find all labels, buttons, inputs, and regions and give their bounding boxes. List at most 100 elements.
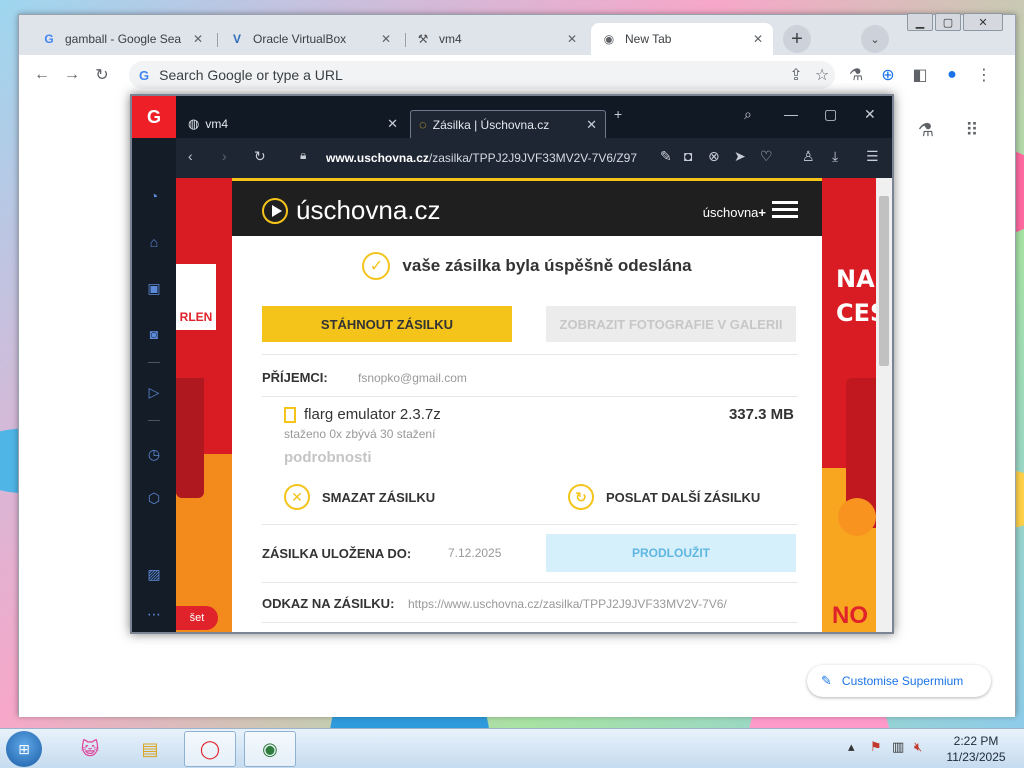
clock[interactable]: 2:22 PM 11/23/2025 <box>938 733 1014 765</box>
speedometer-icon[interactable]: ◔ <box>142 184 166 208</box>
tab-search-button[interactable]: ⌄ <box>861 25 889 53</box>
bookmark-star-icon[interactable]: ☆ <box>807 60 837 90</box>
player-icon[interactable]: ▷ <box>142 380 166 404</box>
twitch-icon[interactable]: ▣ <box>142 276 166 300</box>
profile-avatar-icon[interactable]: ● <box>937 60 967 90</box>
camera-icon[interactable]: ◘ <box>684 148 692 164</box>
sidebar-separator <box>148 420 160 421</box>
taskbar: ⊞ 😺︎ ▤ ◯ ◉ ▴ ⚑ ▥ 🔇︎ 2:22 PM 11/23/2025 <box>0 728 1024 768</box>
reload-icon[interactable]: ↻ <box>87 60 117 90</box>
minimize-button[interactable]: — <box>784 106 798 122</box>
chrome-tab-google[interactable]: G gamball - Google Sea ✕ <box>31 23 213 55</box>
edit-icon[interactable]: ✎ <box>660 148 672 165</box>
close-icon[interactable]: ✕ <box>193 32 203 46</box>
show-hidden-icons-icon[interactable]: ▴ <box>848 739 855 755</box>
more-dots-icon[interactable]: ⋯ <box>142 602 166 626</box>
url-field[interactable]: www.uschovna.cz/zasilka/TPPJ2J9JVF33MV2V… <box>326 151 637 165</box>
search-icon[interactable]: ⌕ <box>744 106 752 123</box>
scrollbar-thumb[interactable] <box>879 196 889 366</box>
new-tab-button[interactable]: + <box>783 25 811 53</box>
left-ad-banner[interactable]: RLEN šet <box>176 178 232 632</box>
plus-icon: + <box>758 205 766 220</box>
windows-start-icon[interactable]: ⊞ <box>6 731 42 767</box>
flag-icon[interactable]: ⚑ <box>870 739 882 755</box>
taskbar-opera-icon[interactable]: ◯ <box>184 731 236 767</box>
gallery-icon[interactable]: ▨ <box>142 562 166 586</box>
taskbar-chrome-icon[interactable]: ◉ <box>244 731 296 767</box>
chrome-tab-virtualbox[interactable]: V Oracle VirtualBox ✕ <box>219 23 401 55</box>
opera-sidebar: G ◔ ⌂ ▣ ◙ ▷ ◷ ⬡ ▨ ⋯ <box>132 96 176 632</box>
history-clock-icon[interactable]: ◷ <box>142 442 166 466</box>
sidebar-separator <box>148 362 160 363</box>
bag-icon[interactable]: ⌂ <box>142 230 166 254</box>
menu-kebab-icon[interactable]: ⋮ <box>969 60 999 90</box>
clock-time: 2:22 PM <box>953 734 999 748</box>
volume-muted-icon[interactable]: 🔇︎ <box>914 739 922 755</box>
vm-icon: ⚒ <box>417 32 429 46</box>
forward-icon[interactable]: → <box>57 60 87 90</box>
taskbar-explorer-icon[interactable]: ▤ <box>124 731 176 767</box>
ad-cup-image <box>176 378 204 498</box>
close-icon[interactable]: ✕ <box>567 32 577 46</box>
close-icon[interactable]: ✕ <box>586 117 597 133</box>
maximize-button[interactable]: ▢ <box>824 106 837 123</box>
page-scrollbar[interactable] <box>876 178 892 632</box>
side-panel-icon[interactable]: ◧ <box>905 60 935 90</box>
labs-flask-icon[interactable]: ⚗ <box>911 115 941 145</box>
opera-tab-zasilka[interactable]: ◌ Zásilka | Úschovna.cz ✕ <box>410 110 606 138</box>
details-link[interactable]: podrobnosti <box>284 449 800 466</box>
close-window-button[interactable]: ✕ <box>864 106 876 123</box>
omnibox[interactable]: G Search Google or type a URL <box>129 61 835 89</box>
shipment-link-label: ODKAZ NA ZÁSILKU: <box>262 596 395 611</box>
google-icon: G <box>44 32 54 46</box>
delete-shipment-button[interactable]: ✕ SMAZAT ZÁSILKU <box>284 484 435 510</box>
opera-tab-vm4[interactable]: ◍ vm4 ✕ <box>180 110 406 138</box>
send-icon[interactable]: ➤ <box>734 148 746 165</box>
easy-setup-icon[interactable]: ☰ <box>866 148 879 165</box>
discord-icon[interactable]: ◙ <box>142 322 166 346</box>
chrome-tab-new-tab[interactable]: ◉ New Tab ✕ <box>591 23 773 55</box>
heart-icon[interactable]: ♡ <box>760 148 773 165</box>
download-button[interactable]: STÁHNOUT ZÁSILKU <box>262 306 512 342</box>
opera-new-tab-button[interactable]: + <box>614 106 622 122</box>
network-icon[interactable]: ▥ <box>892 739 904 755</box>
cube-icon[interactable]: ⬡ <box>142 486 166 510</box>
opera-gx-logo-icon[interactable]: G <box>132 96 176 138</box>
uschovna-plus-link[interactable]: úschovna+ <box>703 205 766 220</box>
divider <box>262 396 798 397</box>
chrome-tab-vm4[interactable]: ⚒ vm4 ✕ <box>405 23 587 55</box>
close-icon[interactable]: ✕ <box>387 116 398 132</box>
back-icon[interactable]: ‹ <box>188 148 193 164</box>
forward-icon[interactable]: › <box>222 148 227 164</box>
ad-button[interactable]: šet <box>176 606 218 630</box>
reload-icon[interactable]: ↻ <box>254 148 266 165</box>
user-icon[interactable]: ♙ <box>802 148 815 165</box>
gallery-button[interactable]: ZOBRAZIT FOTOGRAFIE V GALERII <box>546 306 796 342</box>
file-item: flarg emulator 2.3.7z 337.3 MB staženo 0… <box>284 406 800 466</box>
site-logo[interactable]: úschovna.cz <box>262 195 441 226</box>
file-size: 337.3 MB <box>728 406 794 423</box>
customise-button[interactable]: ✎ Customise Supermium <box>807 665 991 697</box>
download-icon[interactable]: ⤓ <box>832 148 838 165</box>
extend-button[interactable]: PRODLOUŽIT <box>546 534 796 572</box>
back-icon[interactable]: ← <box>27 60 57 90</box>
block-icon[interactable]: ⊗ <box>708 148 720 165</box>
right-ad-banner[interactable]: NA CES NO <box>822 178 876 632</box>
shipment-link-value[interactable]: https://www.uschovna.cz/zasilka/TPPJ2J9J… <box>408 597 727 611</box>
close-icon[interactable]: ✕ <box>753 32 763 46</box>
send-another-button[interactable]: ↻ POSLAT DALŠÍ ZÁSILKU <box>568 484 760 510</box>
pencil-icon: ✎ <box>821 673 832 688</box>
minimize-button[interactable]: ▁ <box>907 13 933 31</box>
labs-flask-icon[interactable]: ⚗ <box>841 60 871 90</box>
url-path: /zasilka/TPPJ2J9JVF33MV2V-7V6/Z97 <box>428 151 638 165</box>
hamburger-menu-icon[interactable] <box>772 201 798 219</box>
maximize-button[interactable]: ▢ <box>935 13 961 31</box>
taskbar-cat-app-icon[interactable]: 😺︎ <box>64 731 116 767</box>
close-icon[interactable]: ✕ <box>381 32 391 46</box>
download-icon[interactable]: ⊕ <box>873 60 903 90</box>
apps-grid-icon[interactable]: ⠿ <box>957 115 987 145</box>
vm-browser-window: G ◔ ⌂ ▣ ◙ ▷ ◷ ⬡ ▨ ⋯ ◍ vm4 ✕ ◌ Zásilka | … <box>130 94 894 634</box>
refresh-icon: ↻ <box>568 484 594 510</box>
close-window-button[interactable]: ✕ <box>963 13 1003 31</box>
brand-text: úschovna.cz <box>296 195 441 225</box>
